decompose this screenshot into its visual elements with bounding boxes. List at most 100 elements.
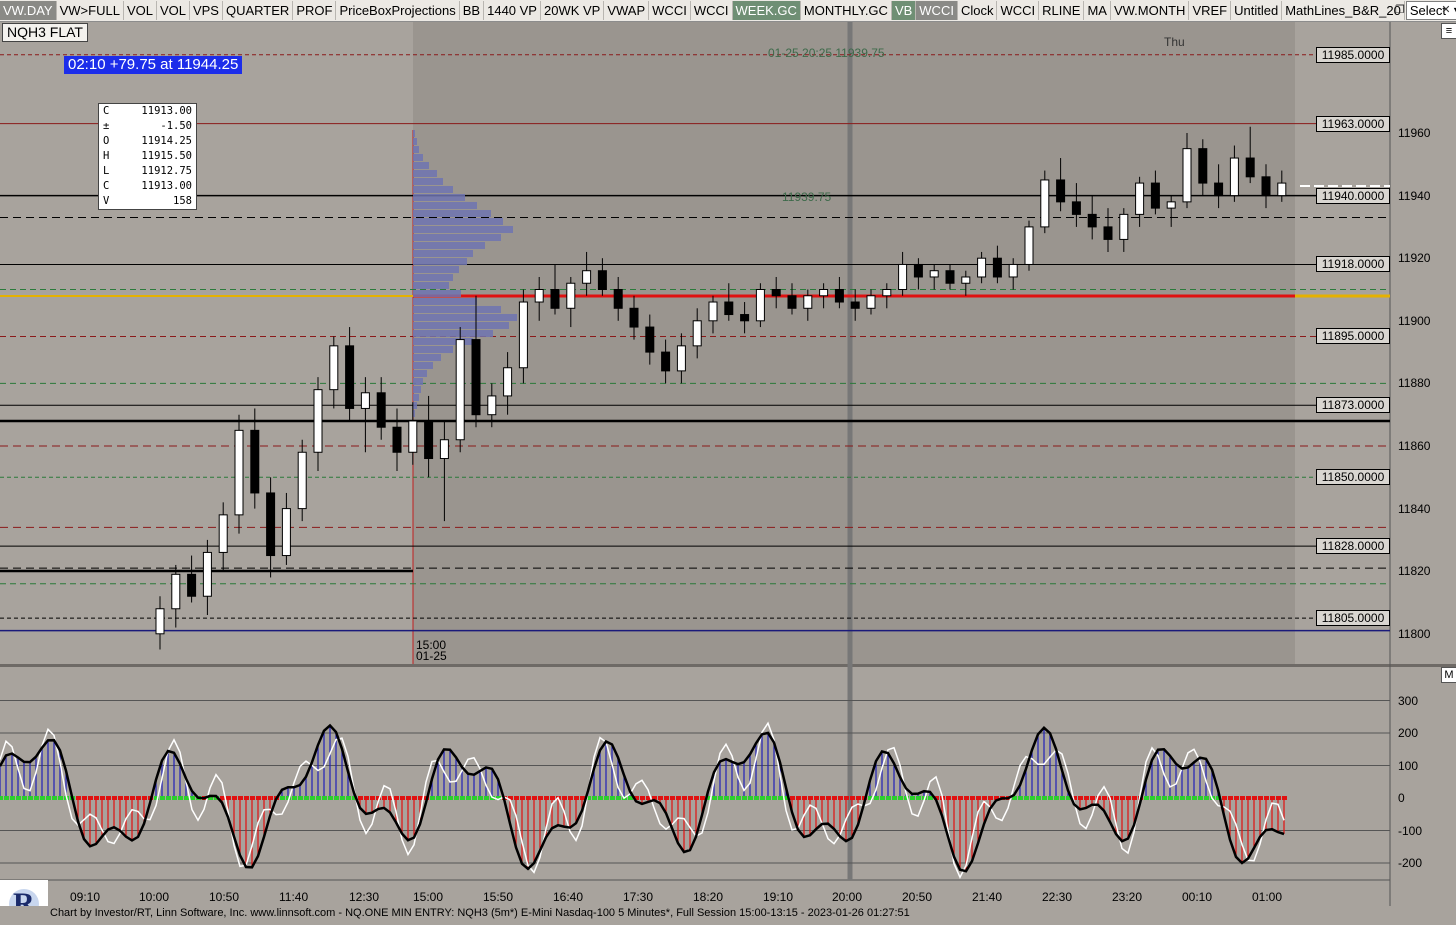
price-level-tag[interactable]: 11963.0000	[1316, 115, 1390, 132]
cci-zero-dot	[1024, 796, 1029, 800]
cci-zero-dot	[292, 796, 297, 800]
price-level-tag[interactable]: 11895.0000	[1316, 328, 1390, 345]
cci-zero-dot	[52, 796, 57, 800]
toolbar-button-vol[interactable]: VOL	[124, 1, 157, 20]
price-chart[interactable]	[0, 0, 1456, 921]
price-axis-label: 11880	[1398, 376, 1431, 391]
cci-zero-dot	[982, 796, 987, 800]
cci-zero-dot	[28, 796, 33, 800]
cci-zero-dot	[1060, 796, 1065, 800]
toolbar-button-wcci[interactable]: WCCI	[691, 1, 733, 20]
toolbar-button-vps[interactable]: VPS	[190, 1, 223, 20]
price-level-tag[interactable]: 11985.0000	[1316, 46, 1390, 63]
toolbar-button-untitled[interactable]: Untitled	[1231, 1, 1283, 20]
indicator-toolbar: VW.DAY VW>FULL VOL VOL VPS QUARTER PROF PriceBo…	[0, 0, 1456, 22]
symbol-label[interactable]: NQH3 FLAT	[2, 23, 88, 42]
price-level-tag[interactable]: 11805.0000	[1316, 610, 1390, 627]
cci-zero-dot	[1186, 796, 1191, 800]
cci-zero-dot	[238, 796, 243, 800]
toolbar-button-wcci[interactable]: WCCI	[997, 1, 1040, 20]
cci-zero-dot	[754, 796, 759, 800]
bear-candle	[613, 289, 623, 309]
indicator-panel-menu-icon[interactable]: M	[1441, 667, 1456, 683]
toolbar-button-vol[interactable]: VOL	[157, 1, 190, 20]
volume-profile-bar	[413, 370, 427, 377]
toolbar-button-week-gc[interactable]: WEEK.GC	[732, 1, 801, 20]
toolbar-button-priceboxprojections[interactable]: PriceBoxProjections	[336, 1, 460, 20]
price-level-tag[interactable]: 11850.0000	[1316, 469, 1390, 486]
restore-window-icon[interactable]: ❐	[1392, 2, 1408, 18]
cci-zero-dot	[1240, 796, 1245, 800]
price-level-tag[interactable]: 11940.0000	[1316, 187, 1390, 204]
volume-profile-bar	[413, 354, 441, 361]
bull-candle	[155, 608, 165, 635]
price-level-tag[interactable]: 11873.0000	[1316, 397, 1390, 414]
bear-candle	[550, 289, 560, 309]
cci-zero-dot	[766, 796, 771, 800]
price-level-tag[interactable]: 11918.0000	[1316, 256, 1390, 273]
cci-zero-dot	[808, 796, 813, 800]
cci-zero-dot	[1192, 796, 1197, 800]
cci-zero-dot	[520, 796, 525, 800]
toolbar-button-20wk-vp[interactable]: 20WK VP	[541, 1, 605, 20]
bear-candle	[1087, 213, 1097, 228]
cci-zero-dot	[874, 796, 879, 800]
cci-zero-dot	[232, 796, 237, 800]
toolbar-button-bb[interactable]: BB	[460, 1, 485, 20]
cci-zero-dot	[610, 796, 615, 800]
volume-profile-bar	[413, 202, 477, 209]
cci-zero-dot	[166, 796, 171, 800]
time-axis-label: 12:30	[349, 890, 380, 904]
toolbar-button-wcci[interactable]: WCCI	[649, 1, 691, 20]
volume-profile-bar	[413, 282, 449, 289]
volume-profile-bar	[413, 250, 473, 257]
cci-zero-dot	[1084, 796, 1089, 800]
cci-zero-dot	[436, 796, 441, 800]
toolbar-button-monthly-gc[interactable]: MONTHLY.GC	[801, 1, 892, 20]
ohlc-key: ±	[103, 120, 110, 132]
cci-zero-dot	[988, 796, 993, 800]
toolbar-button-quarter[interactable]: QUARTER	[223, 1, 294, 20]
cci-zero-dot	[856, 796, 861, 800]
cci-zero-dot	[550, 796, 555, 800]
toolbar-button-vw-day[interactable]: VW.DAY	[0, 1, 57, 20]
time-axis-label: 15:50	[483, 890, 514, 904]
toolbar-button-vb[interactable]: VB	[891, 1, 917, 20]
bull-candle	[234, 429, 244, 516]
cci-zero-dot	[112, 796, 117, 800]
toolbar-button-wcci[interactable]: WCCI	[916, 1, 958, 20]
cci-zero-dot	[226, 796, 231, 800]
bull-candle	[929, 270, 939, 278]
toolbar-button-1440-vp[interactable]: 1440 VP	[484, 1, 541, 20]
cci-zero-dot	[544, 796, 549, 800]
cci-zero-dot	[1258, 796, 1263, 800]
price-level-tag[interactable]: 11828.0000	[1316, 538, 1390, 555]
cci-zero-dot	[880, 796, 885, 800]
price-panel-menu-icon[interactable]: ≡	[1441, 23, 1456, 39]
toolbar-button-clock[interactable]: Clock	[958, 1, 998, 20]
bear-candle	[850, 301, 860, 309]
cci-zero-dot	[442, 796, 447, 800]
bull-candle	[803, 295, 813, 309]
panel-divider	[0, 664, 1456, 667]
toolbar-button-vw-full[interactable]: VW>FULL	[57, 1, 124, 20]
bear-candle	[629, 307, 639, 328]
cci-zero-dot	[4, 796, 9, 800]
cci-zero-dot	[1150, 796, 1155, 800]
toolbar-button-mathlines-b-r-20[interactable]: MathLines_B&R_20	[1282, 1, 1405, 20]
toolbar-button-rline[interactable]: RLINE	[1039, 1, 1085, 20]
toolbar-button-prof[interactable]: PROF	[293, 1, 337, 20]
cci-zero-dot	[1198, 796, 1203, 800]
cci-zero-dot	[136, 796, 141, 800]
cci-zero-dot	[1042, 796, 1047, 800]
cci-zero-dot	[1036, 796, 1041, 800]
toolbar-button-vref[interactable]: VREF	[1189, 1, 1232, 20]
toolbar-button-ma[interactable]: MA	[1084, 1, 1111, 20]
cci-zero-dot	[1276, 796, 1281, 800]
cci-zero-dot	[382, 796, 387, 800]
time-axis-label: 10:00	[139, 890, 170, 904]
toolbar-button-vwap[interactable]: VWAP	[604, 1, 650, 20]
close-window-icon[interactable]: ✕	[1438, 2, 1454, 18]
bull-candle	[455, 339, 465, 441]
toolbar-button-vw-month[interactable]: VW.MONTH	[1111, 1, 1190, 20]
